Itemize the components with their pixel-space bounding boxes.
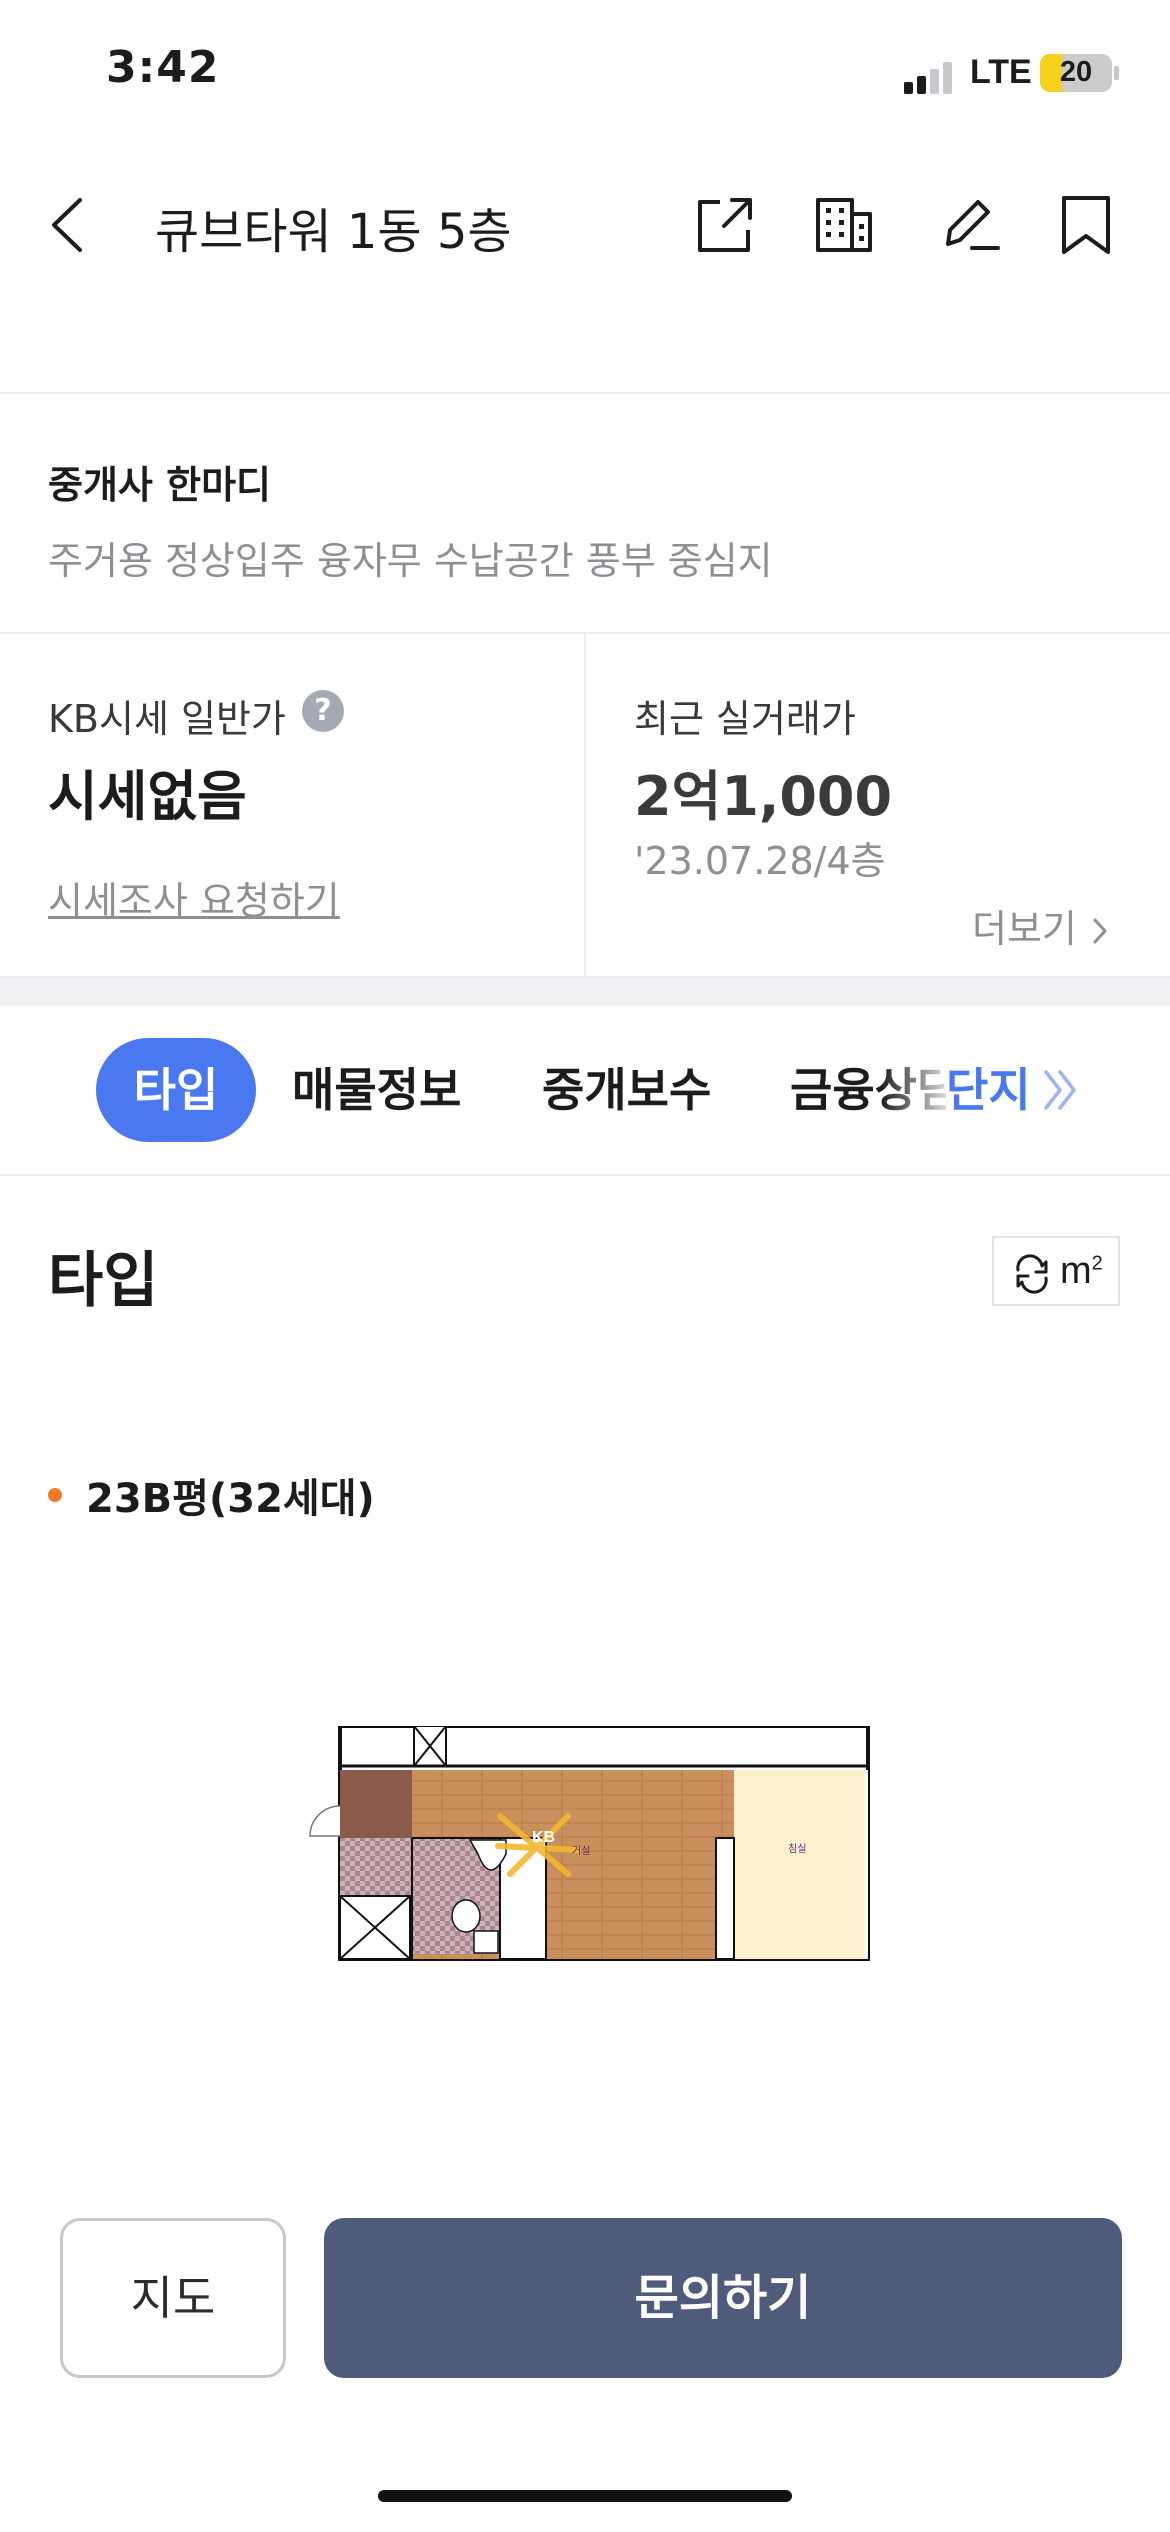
edit-button[interactable] [932,188,1004,260]
network-type: LTE [970,53,1032,91]
bullet-dot [48,1488,62,1502]
page-title: 큐브타워 1동 5층 [155,204,512,260]
double-chevron-right-icon [1044,1070,1076,1110]
more-link-label: 더보기 [972,907,1077,951]
agent-note-label: 중개사 한마디 [48,463,271,507]
signal-icon [904,60,956,94]
floor-plan[interactable]: KB 거실 침실 [300,1726,870,1976]
recent-deal-value: 2억1,000 [634,765,893,828]
divider [0,1174,1170,1176]
building-info-button[interactable] [808,188,880,260]
bookmark-button[interactable] [1050,188,1122,260]
living-room-label: 거실 [572,1845,590,1857]
share-button[interactable] [690,188,762,260]
bookmark-icon [1062,196,1110,254]
tab-listing-info[interactable]: 매물정보 [292,1038,461,1142]
kb-watermark: KB [532,1829,555,1846]
map-button[interactable]: 지도 [60,2218,286,2378]
battery-level: 20 [1059,56,1093,88]
battery-cap [1114,66,1119,80]
home-indicator [378,2490,792,2502]
type-name: 23B평(32세대) [86,1476,375,1522]
kb-price-value: 시세없음 [48,765,247,828]
section-gap [0,976,1170,1006]
kb-price-label: KB시세 일반가 [48,697,286,741]
back-button[interactable] [40,190,100,260]
recent-deal-date: '23.07.28/4층 [634,839,886,883]
recent-deal-label: 최근 실거래가 [634,697,856,741]
battery-icon: 20 [1040,54,1112,92]
more-link[interactable]: 더보기 [972,898,1111,953]
divider [0,392,1170,394]
agent-note-comment: 주거용 정상입주 융자무 수납공간 풍부 중심지 [48,539,773,583]
unit-label: m2 [1060,1250,1103,1292]
bedroom-label: 침실 [788,1843,806,1855]
price-survey-request-link[interactable]: 시세조사 요청하기 [48,870,340,925]
building-icon [816,198,872,252]
tabs-scroll-button[interactable] [1040,1062,1084,1118]
share-icon [698,198,752,252]
tab-brokerage-fee[interactable]: 중개보수 [542,1038,711,1142]
status-time: 3:42 [106,42,220,93]
price-divider [584,634,586,976]
tab-type[interactable]: 타입 [96,1038,256,1142]
edit-icon [946,200,1000,250]
inquiry-button[interactable]: 문의하기 [324,2218,1122,2378]
unit-toggle-button[interactable]: m2 [992,1236,1120,1306]
chevron-left-icon [52,198,82,252]
tab-complex[interactable]: 단지 [946,1038,1035,1142]
help-icon[interactable]: ? [302,690,344,732]
swap-icon [1016,1254,1048,1294]
section-title: 타입 [48,1246,159,1316]
chevron-right-icon [1093,918,1107,944]
